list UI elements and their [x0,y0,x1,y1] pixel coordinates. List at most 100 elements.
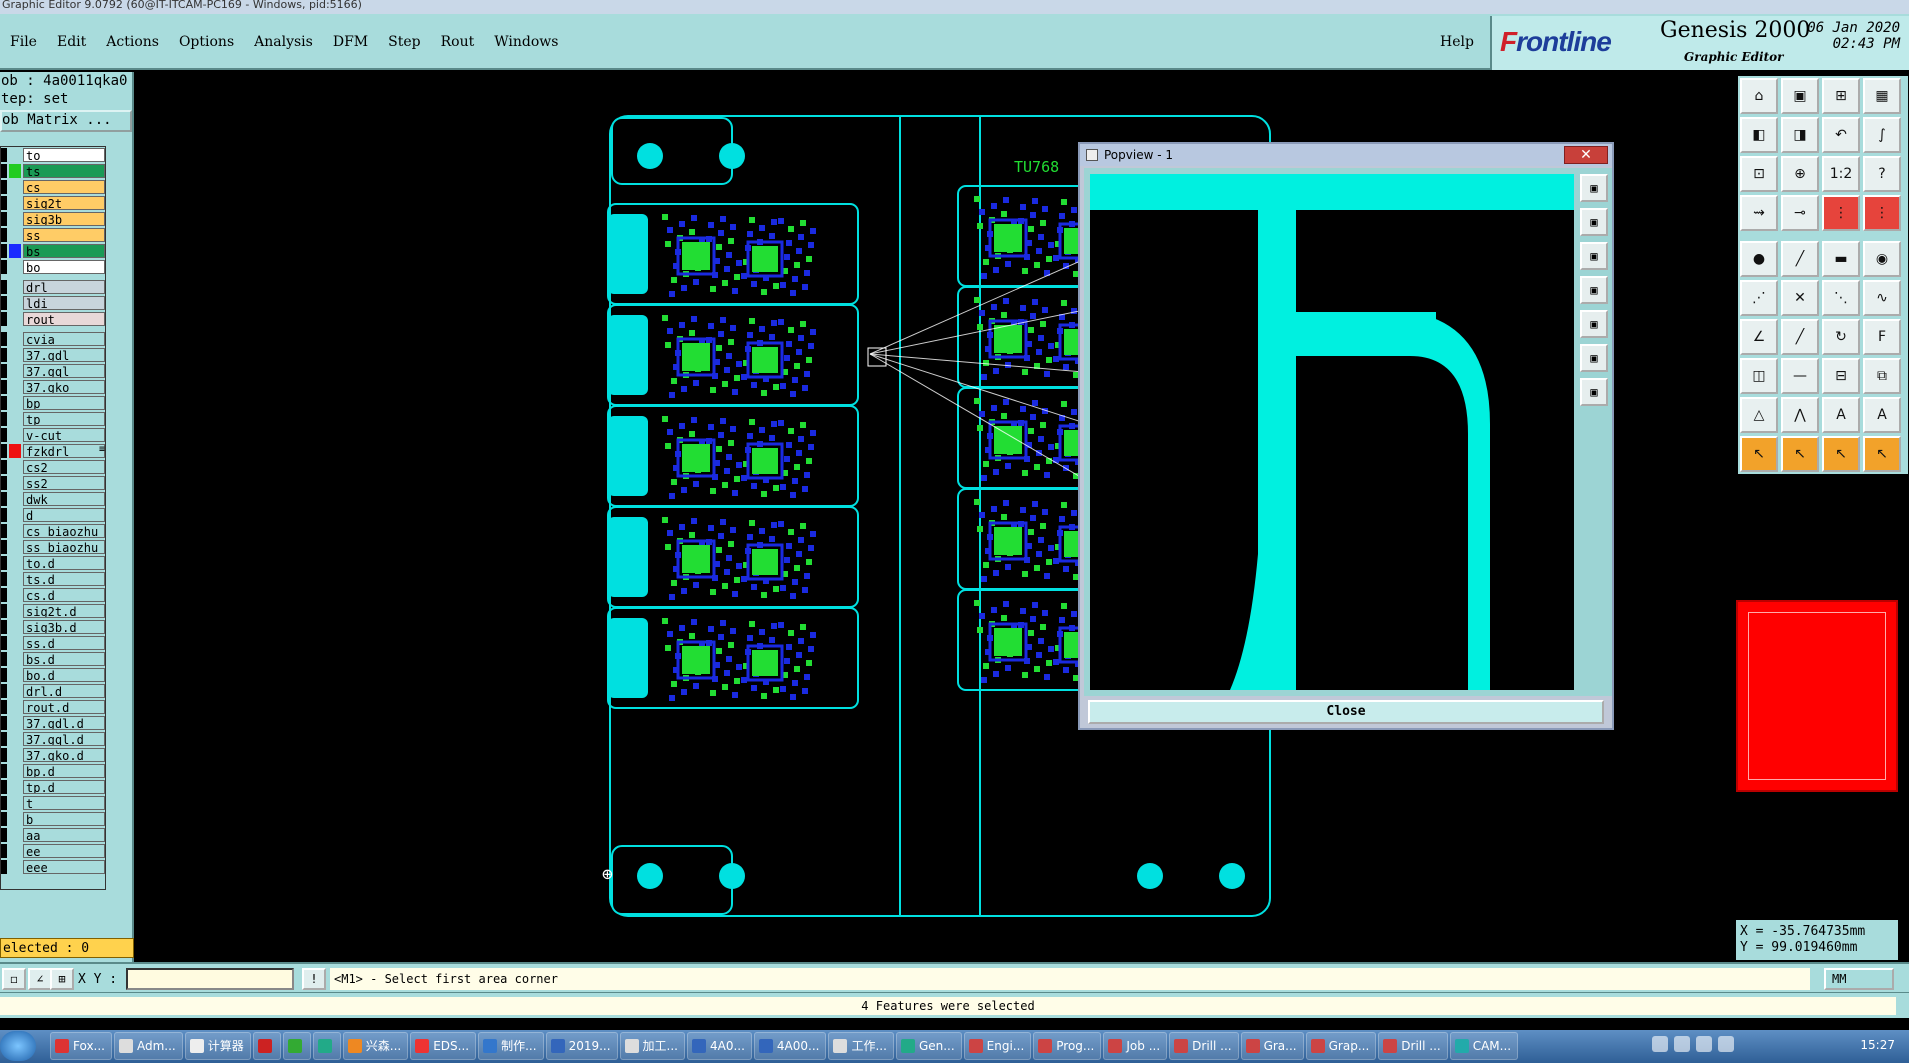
help-menu[interactable]: Help [1440,34,1474,50]
layer-display-toggle[interactable] [1,812,7,826]
popview-close-button[interactable]: Close [1088,700,1604,724]
layer-row-b[interactable]: b [1,811,105,827]
network-icon[interactable] [1696,1036,1712,1052]
angle-icon[interactable]: ∠ [1740,319,1778,355]
wave-icon[interactable]: ∿ [1863,280,1901,316]
layer-display-toggle[interactable] [1,668,7,682]
layer-color-swatch[interactable] [9,196,21,210]
layer-display-toggle[interactable] [1,540,7,554]
taskbar-item[interactable] [282,1032,311,1060]
layer-row-drl[interactable]: drl [1,279,105,295]
layer-color-swatch[interactable] [9,444,21,458]
layer-row-to.d[interactable]: to.d [1,555,105,571]
layer-color-swatch[interactable] [9,412,21,426]
layer-display-toggle[interactable] [1,180,7,194]
layer-row-ldi[interactable]: ldi [1,295,105,311]
xy-input[interactable] [126,968,294,990]
layer-row-bo.d[interactable]: bo.d [1,667,105,683]
layer-color-swatch[interactable] [9,764,21,778]
layer-color-swatch[interactable] [9,588,21,602]
taskbar-item[interactable]: Job ... [1103,1032,1168,1060]
layer-display-toggle[interactable] [1,844,7,858]
layer-display-toggle[interactable] [1,636,7,650]
minus-icon[interactable]: — [1781,358,1819,394]
taskbar-item[interactable]: 制作... [478,1032,544,1060]
measure-icon[interactable]: ⇝ [1740,195,1778,231]
layer-row-37.gdl[interactable]: 37.gdl [1,347,105,363]
menu-actions[interactable]: Actions [96,34,169,50]
layer-color-swatch[interactable] [9,332,21,346]
popview-close-x-button[interactable]: ✕ [1564,146,1608,164]
taskbar-item[interactable]: Adm... [114,1032,183,1060]
zoom-icon[interactable]: ⊕ [1781,156,1819,192]
layer-display-toggle[interactable] [1,228,7,242]
layer-color-swatch[interactable] [9,364,21,378]
layer-display-toggle[interactable] [1,508,7,522]
layer-row-sig2t[interactable]: sig2t [1,195,105,211]
navigation-preview[interactable] [1736,600,1898,792]
layer-row-ss_biaozhu[interactable]: ss_biaozhu [1,539,105,555]
ruler-icon[interactable]: ▬ [1822,241,1860,277]
layer-row-cvia[interactable]: cvia [1,331,105,347]
start-button[interactable] [0,1031,36,1061]
pointer-icon[interactable]: ↖ [1740,436,1778,472]
layer-row-ss[interactable]: ss [1,227,105,243]
layer-row-37.gdl.d[interactable]: 37.gdl.d [1,715,105,731]
circle-icon[interactable]: ◉ [1863,241,1901,277]
node-icon[interactable]: ◫ [1740,358,1778,394]
layer-color-swatch[interactable] [9,812,21,826]
taskbar-item[interactable]: 加工... [619,1032,685,1060]
center-icon[interactable]: ▣ [1580,378,1608,406]
pan-left-icon[interactable]: ▣ [1580,276,1608,304]
sketch-icon[interactable]: ◻ [2,968,26,990]
taskbar-item[interactable]: Prog... [1033,1032,1102,1060]
layer-color-swatch[interactable] [9,556,21,570]
layer-color-swatch[interactable] [9,280,21,294]
layer-display-toggle[interactable] [1,380,7,394]
units-selector[interactable]: MM [1824,968,1894,990]
layer-color-swatch[interactable] [9,508,21,522]
taskbar-item[interactable]: Grap... [1305,1032,1377,1060]
layer-color-swatch[interactable] [9,460,21,474]
layer-display-toggle[interactable] [1,164,7,178]
layer-color-swatch[interactable] [9,212,21,226]
layer-row-to[interactable]: to [1,147,105,163]
right-icon[interactable]: ◨ [1781,117,1819,153]
layer-row-cs2[interactable]: cs2 [1,459,105,475]
layer-row-37.gql.d[interactable]: 37.gql.d [1,731,105,747]
pointer3-icon[interactable]: ↖ [1822,436,1860,472]
taskbar-item[interactable] [252,1032,281,1060]
zoom-out-icon[interactable]: ▣ [1580,242,1608,270]
angle-mode-icon[interactable]: ∠ [28,968,52,990]
taskbar-item[interactable]: Drill ... [1169,1032,1239,1060]
layer-display-toggle[interactable] [1,460,7,474]
layer-color-swatch[interactable] [9,348,21,362]
job-matrix-button[interactable]: ob Matrix ... [0,110,132,132]
layer-display-toggle[interactable] [1,732,7,746]
layer-color-swatch[interactable] [9,860,21,874]
pointer2-icon[interactable]: ↖ [1781,436,1819,472]
home-icon[interactable]: ⌂ [1740,78,1778,114]
save-icon[interactable]: ▣ [1781,78,1819,114]
layer-display-toggle[interactable] [1,796,7,810]
layer-row-cs_biaozhu[interactable]: cs_biaozhu [1,523,105,539]
layer-row-sig2t.d[interactable]: sig2t.d [1,603,105,619]
layer-color-swatch[interactable] [9,684,21,698]
taskbar-item[interactable]: 2019... [545,1032,618,1060]
layer-display-toggle[interactable] [1,396,7,410]
taskbar-item[interactable]: 计算器 [184,1032,251,1060]
layer-color-swatch[interactable] [9,380,21,394]
layer-display-toggle[interactable] [1,196,7,210]
align-icon[interactable]: ⊟ [1822,358,1860,394]
layer-display-toggle[interactable] [1,428,7,442]
layer-display-toggle[interactable] [1,348,7,362]
layer-row-dwk[interactable]: dwk [1,491,105,507]
keyboard-icon[interactable] [1652,1036,1668,1052]
line-icon[interactable]: ╱ [1781,241,1819,277]
layer-color-swatch[interactable] [9,796,21,810]
layer-color-swatch[interactable] [9,636,21,650]
layer-color-swatch[interactable] [9,492,21,506]
layer-color-swatch[interactable] [9,244,21,258]
layers2-icon[interactable]: ⋮ [1863,195,1901,231]
text-icon[interactable]: F [1863,319,1901,355]
